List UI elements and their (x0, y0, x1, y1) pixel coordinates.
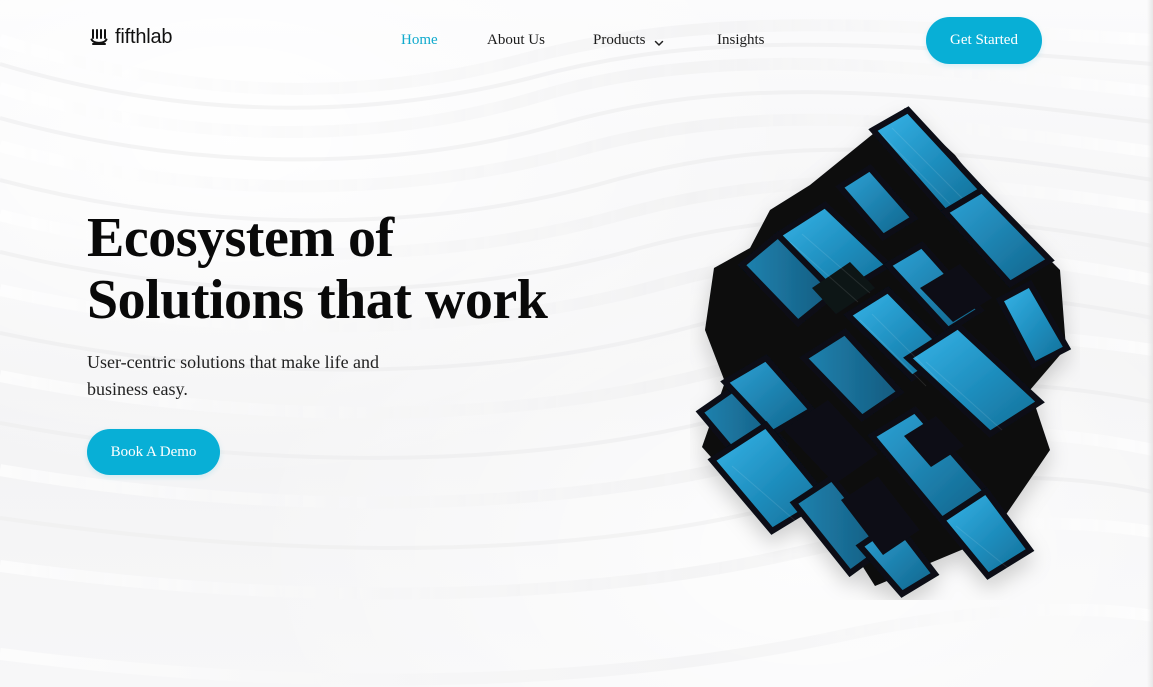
book-demo-button[interactable]: Book A Demo (87, 429, 220, 475)
nav-item-products-label: Products (593, 32, 646, 48)
hero-subtitle: User-centric solutions that make life an… (87, 349, 407, 403)
hero-copy: Ecosystem of Solutions that work User-ce… (87, 207, 607, 399)
hero-title-line-2: Solutions that work (87, 269, 548, 331)
hero-title: Ecosystem of Solutions that work (87, 207, 607, 331)
nav-item-about-us[interactable]: About Us (487, 31, 545, 49)
nav-item-products[interactable]: Products (593, 31, 664, 49)
nav-item-insights[interactable]: Insights (717, 31, 765, 49)
cube-puzzle-illustration (690, 100, 1080, 600)
site-header: fifthlab Home About Us Products Insights… (0, 0, 1153, 80)
nav-item-home[interactable]: Home (401, 31, 438, 49)
hero-subtitle-line-2: business easy. (87, 379, 188, 399)
chevron-down-icon (654, 35, 664, 46)
page-edge-shadow (1147, 0, 1153, 687)
get-started-button[interactable]: Get Started (926, 17, 1042, 64)
hero-title-line-1: Ecosystem of (87, 207, 394, 269)
hero-subtitle-line-1: User-centric solutions that make life an… (87, 352, 380, 372)
